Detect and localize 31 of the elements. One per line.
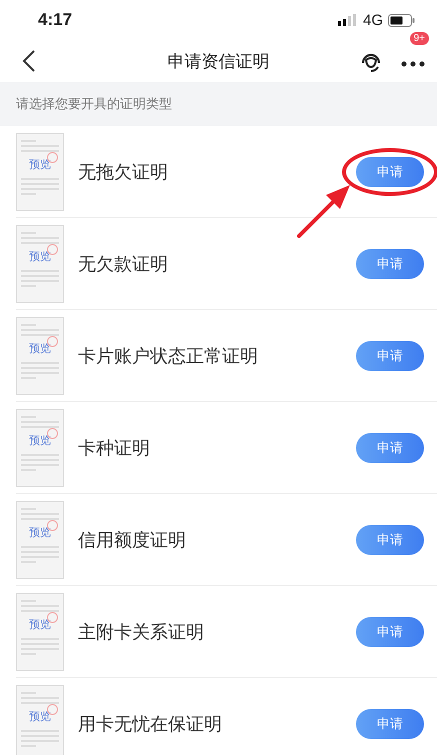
certificate-title: 用卡无忧在保证明 [78,712,222,736]
certificate-title: 卡片账户状态正常证明 [78,344,258,368]
battery-icon [388,14,415,26]
signal-icon [338,14,358,26]
apply-button[interactable]: 申请 [356,340,424,370]
apply-button[interactable]: 申请 [356,156,424,186]
annotation-arrow [296,182,352,238]
certificate-title: 信用额度证明 [78,528,186,552]
apply-button[interactable]: 申请 [356,432,424,462]
hint-text: 请选择您要开具的证明类型 [16,96,172,113]
page-title: 申请资信证明 [166,50,270,72]
document-thumbnail[interactable]: 预览 [16,408,64,486]
document-thumbnail[interactable]: 预览 [16,592,64,670]
status-time: 4:17 [38,10,72,30]
apply-button[interactable]: 申请 [356,248,424,278]
certificate-title: 无拖欠证明 [78,160,168,184]
document-thumbnail[interactable]: 预览 [16,316,64,394]
network-label: 4G [362,12,383,28]
more-icon[interactable] [401,60,425,66]
document-thumbnail[interactable]: 预览 [16,132,64,210]
certificate-title: 主附卡关系证明 [78,620,204,644]
apply-button[interactable]: 申请 [356,524,424,554]
document-thumbnail[interactable]: 预览 [16,684,64,755]
document-thumbnail[interactable]: 预览 [16,224,64,302]
apply-button[interactable]: 申请 [356,616,424,646]
document-thumbnail[interactable]: 预览 [16,500,64,578]
certificate-title: 卡种证明 [78,436,150,460]
apply-button[interactable]: 申请 [356,708,424,738]
notification-badge: 9+ [410,32,429,44]
back-icon[interactable] [22,49,36,73]
certificate-title: 无欠款证明 [78,252,168,276]
